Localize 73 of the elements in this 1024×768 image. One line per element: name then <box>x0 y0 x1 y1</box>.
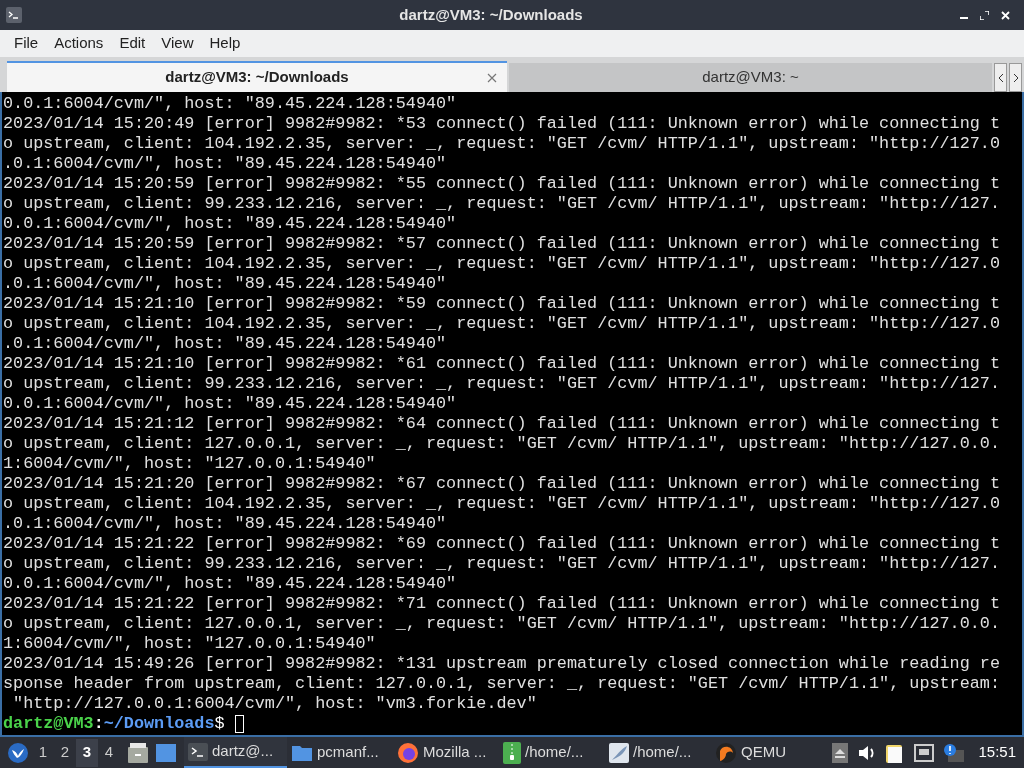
chevron-left-icon <box>997 72 1004 83</box>
prompt-path: ~/Downloads <box>103 714 215 734</box>
text-cursor <box>234 715 244 733</box>
prompt-user: dartz@VM3 <box>3 714 94 734</box>
terminal-line: 2023/01/14 15:21:10 [error] 9982#9982: *59 connect() failed (111: Unknown error) while connecting t <box>3 294 1000 314</box>
taskbar-task[interactable]: /home/... <box>499 737 605 768</box>
feather-icon <box>609 742 629 763</box>
tab[interactable]: dartz@VM3: ~/Downloads <box>7 61 507 92</box>
file-cabinet-icon[interactable] <box>128 742 148 763</box>
terminal-line: 0.0.1:6004/cvm/", host: "89.45.224.128:54940" <box>3 214 457 234</box>
archive-icon <box>503 741 521 764</box>
clock[interactable]: 15:51 <box>978 741 1016 764</box>
terminal-line: 0.0.1:6004/cvm/", host: "89.45.224.128:54940" <box>3 394 457 414</box>
maximize-icon[interactable] <box>980 10 989 20</box>
terminal-line: 1:6004/cvm/", host: "127.0.0.1:54940" <box>3 634 376 654</box>
taskbar-task[interactable]: /home/... <box>605 737 711 768</box>
menu-item[interactable]: Help <box>203 32 247 55</box>
menu-item[interactable]: Actions <box>48 32 110 55</box>
terminal-line: 2023/01/14 15:21:20 [error] 9982#9982: *67 connect() failed (111: Unknown error) while connecting t <box>3 474 1000 494</box>
workspace-button[interactable]: 4 <box>98 738 120 767</box>
eject-icon[interactable] <box>832 742 849 763</box>
terminal-line: 2023/01/14 15:20:59 [error] 9982#9982: *57 connect() failed (111: Unknown error) while connecting t <box>3 234 1000 254</box>
notification-icon[interactable] <box>944 743 965 762</box>
taskbar-task[interactable]: pcmanf... <box>287 737 393 768</box>
terminal-icon <box>188 742 208 761</box>
prompt-symbol: $ <box>214 714 225 734</box>
terminal-line: o upstream, client: 104.192.2.35, server: _, request: "GET /cvm/ HTTP/1.1", upstream: "http://127.0 <box>3 134 1000 154</box>
terminal-line: 2023/01/14 15:21:12 [error] 9982#9982: *64 connect() failed (111: Unknown error) while connecting t <box>3 414 1000 434</box>
menu-item[interactable]: File <box>8 32 45 55</box>
terminal-icon <box>6 7 22 23</box>
workspace-button[interactable]: 3 <box>76 738 98 767</box>
clipboard-icon[interactable] <box>886 742 905 763</box>
terminal-line: .0.1:6004/cvm/", host: "89.45.224.128:54940" <box>3 514 447 534</box>
terminal-line: o upstream, client: 104.192.2.35, server: _, request: "GET /cvm/ HTTP/1.1", upstream: "http://127.0 <box>3 494 1000 514</box>
terminal-line: 0.0.1:6004/cvm/", host: "89.45.224.128:54940" <box>3 574 457 594</box>
menu-item[interactable]: View <box>155 32 200 55</box>
terminal-line: o upstream, client: 127.0.0.1, server: _, request: "GET /cvm/ HTTP/1.1", upstream: "http://127.0.0. <box>3 434 1000 454</box>
terminal-line: o upstream, client: 104.192.2.35, server: _, request: "GET /cvm/ HTTP/1.1", upstream: "http://127.0 <box>3 314 1000 334</box>
terminal-line: 2023/01/14 15:21:10 [error] 9982#9982: *61 connect() failed (111: Unknown error) while connecting t <box>3 354 1000 374</box>
terminal-line: 2023/01/14 15:21:22 [error] 9982#9982: *69 connect() failed (111: Unknown error) while connecting t <box>3 534 1000 554</box>
taskbar-task[interactable]: dartz@... <box>184 737 287 768</box>
terminal-line: sponse header from upstream, client: 127.0.0.1, server: _, request: "GET /cvm/ HTTP/1.1", upstream: <box>3 674 1000 694</box>
prompt-separator: : <box>93 714 104 734</box>
terminal-line: 2023/01/14 15:20:59 [error] 9982#9982: *55 connect() failed (111: Unknown error) while connecting t <box>3 174 1000 194</box>
tab[interactable]: dartz@VM3: ~ <box>509 63 992 92</box>
workspace-button[interactable]: 1 <box>32 738 54 767</box>
globe-icon <box>397 741 419 764</box>
taskbar-task[interactable]: Mozilla ... <box>393 737 499 768</box>
terminal-line: .0.1:6004/cvm/", host: "89.45.224.128:54940" <box>3 334 447 354</box>
terminal-line: o upstream, client: 99.233.12.216, server: _, request: "GET /cvm/ HTTP/1.1", upstream: "http://127. <box>3 554 1000 574</box>
terminal-line: 2023/01/14 15:20:49 [error] 9982#9982: *53 connect() failed (111: Unknown error) while connecting t <box>3 114 1000 134</box>
terminal-line: 2023/01/14 15:49:26 [error] 9982#9982: *131 upstream prematurely closed connection while reading re <box>3 654 1000 674</box>
terminal-line: 0.0.1:6004/cvm/", host: "89.45.224.128:54940" <box>3 94 457 114</box>
desktop-icon[interactable] <box>156 743 176 762</box>
terminal-line: o upstream, client: 104.192.2.35, server: _, request: "GET /cvm/ HTTP/1.1", upstream: "http://127.0 <box>3 254 1000 274</box>
terminal-area[interactable] <box>0 92 1024 735</box>
terminal-line: .0.1:6004/cvm/", host: "89.45.224.128:54940" <box>3 274 447 294</box>
terminal-line: o upstream, client: 99.233.12.216, server: _, request: "GET /cvm/ HTTP/1.1", upstream: "http://127. <box>3 374 1000 394</box>
terminal-line: o upstream, client: 127.0.0.1, server: _, request: "GET /cvm/ HTTP/1.1", upstream: "http://127.0.0. <box>3 614 1000 634</box>
terminal-line: "http://127.0.0.1:6004/cvm/", host: "vm3.forkie.dev" <box>12 694 537 714</box>
scroll-left-button[interactable] <box>994 63 1007 92</box>
terminal-line: 1:6004/cvm/", host: "127.0.0.1:54940" <box>3 454 376 474</box>
window-title: dartz@VM3: ~/Downloads <box>399 4 583 25</box>
terminal-line: o upstream, client: 99.233.12.216, server: _, request: "GET /cvm/ HTTP/1.1", upstream: "http://127. <box>3 194 1000 214</box>
taskbar-task[interactable]: QEMU <box>711 737 817 768</box>
scroll-right-button[interactable] <box>1009 63 1022 92</box>
chevron-right-icon <box>1012 72 1019 83</box>
folder-icon <box>291 743 313 762</box>
terminal-line: 2023/01/14 15:21:22 [error] 9982#9982: *71 connect() failed (111: Unknown error) while connecting t <box>3 594 1000 614</box>
terminal-line: .0.1:6004/cvm/", host: "89.45.224.128:54940" <box>3 154 447 174</box>
menu-item[interactable]: Edit <box>113 32 152 55</box>
network-icon[interactable] <box>914 743 935 762</box>
workspace-button[interactable]: 2 <box>54 738 76 767</box>
